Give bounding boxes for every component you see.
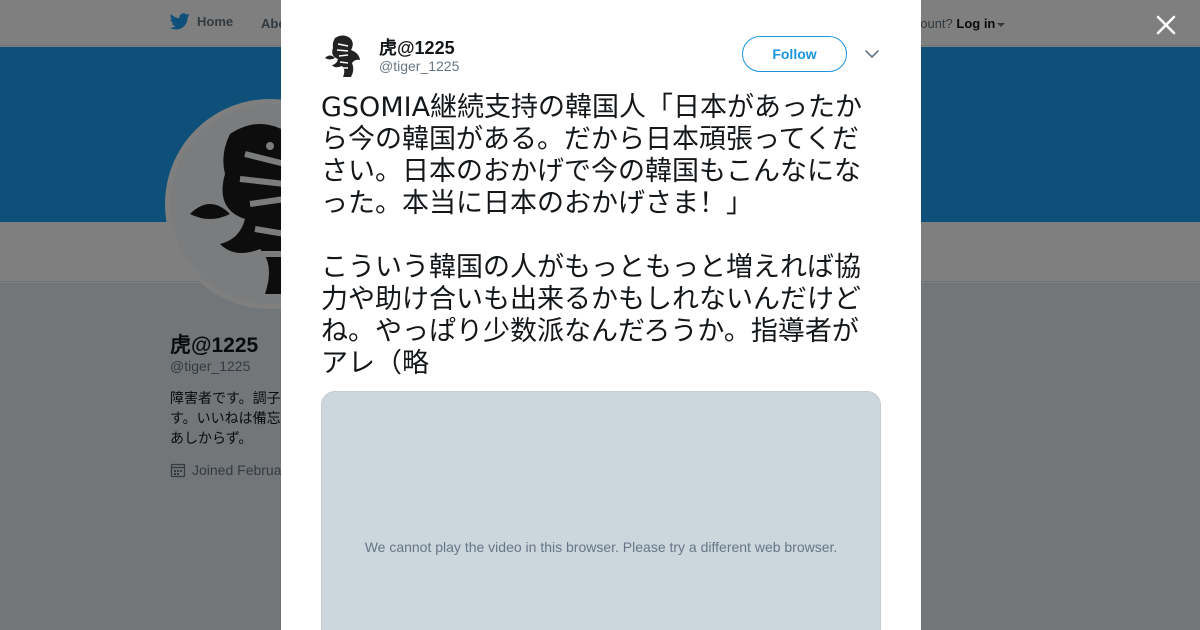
tweet-text: GSOMIA継続支持の韓国人「日本があったから今の韓国がある。だから日本頑張って… bbox=[321, 92, 863, 379]
tweet-author-avatar[interactable] bbox=[321, 32, 367, 78]
tweet-author-name[interactable]: 虎@1225 bbox=[379, 34, 455, 60]
video-error-message: We cannot play the video in this browser… bbox=[364, 539, 838, 555]
tweet-modal: 虎@1225 @tiger_1225 Follow GSOMIA継続支持の韓国人… bbox=[281, 0, 921, 630]
chevron-down-icon bbox=[865, 50, 879, 58]
close-icon bbox=[1156, 15, 1176, 35]
tweet-video-player[interactable]: We cannot play the video in this browser… bbox=[321, 391, 881, 630]
tweet-more-button[interactable] bbox=[864, 46, 880, 62]
close-button[interactable] bbox=[1153, 12, 1179, 38]
tiger-avatar-image bbox=[321, 32, 367, 78]
follow-button[interactable]: Follow bbox=[742, 36, 847, 72]
tweet-author-handle[interactable]: @tiger_1225 bbox=[379, 58, 459, 74]
